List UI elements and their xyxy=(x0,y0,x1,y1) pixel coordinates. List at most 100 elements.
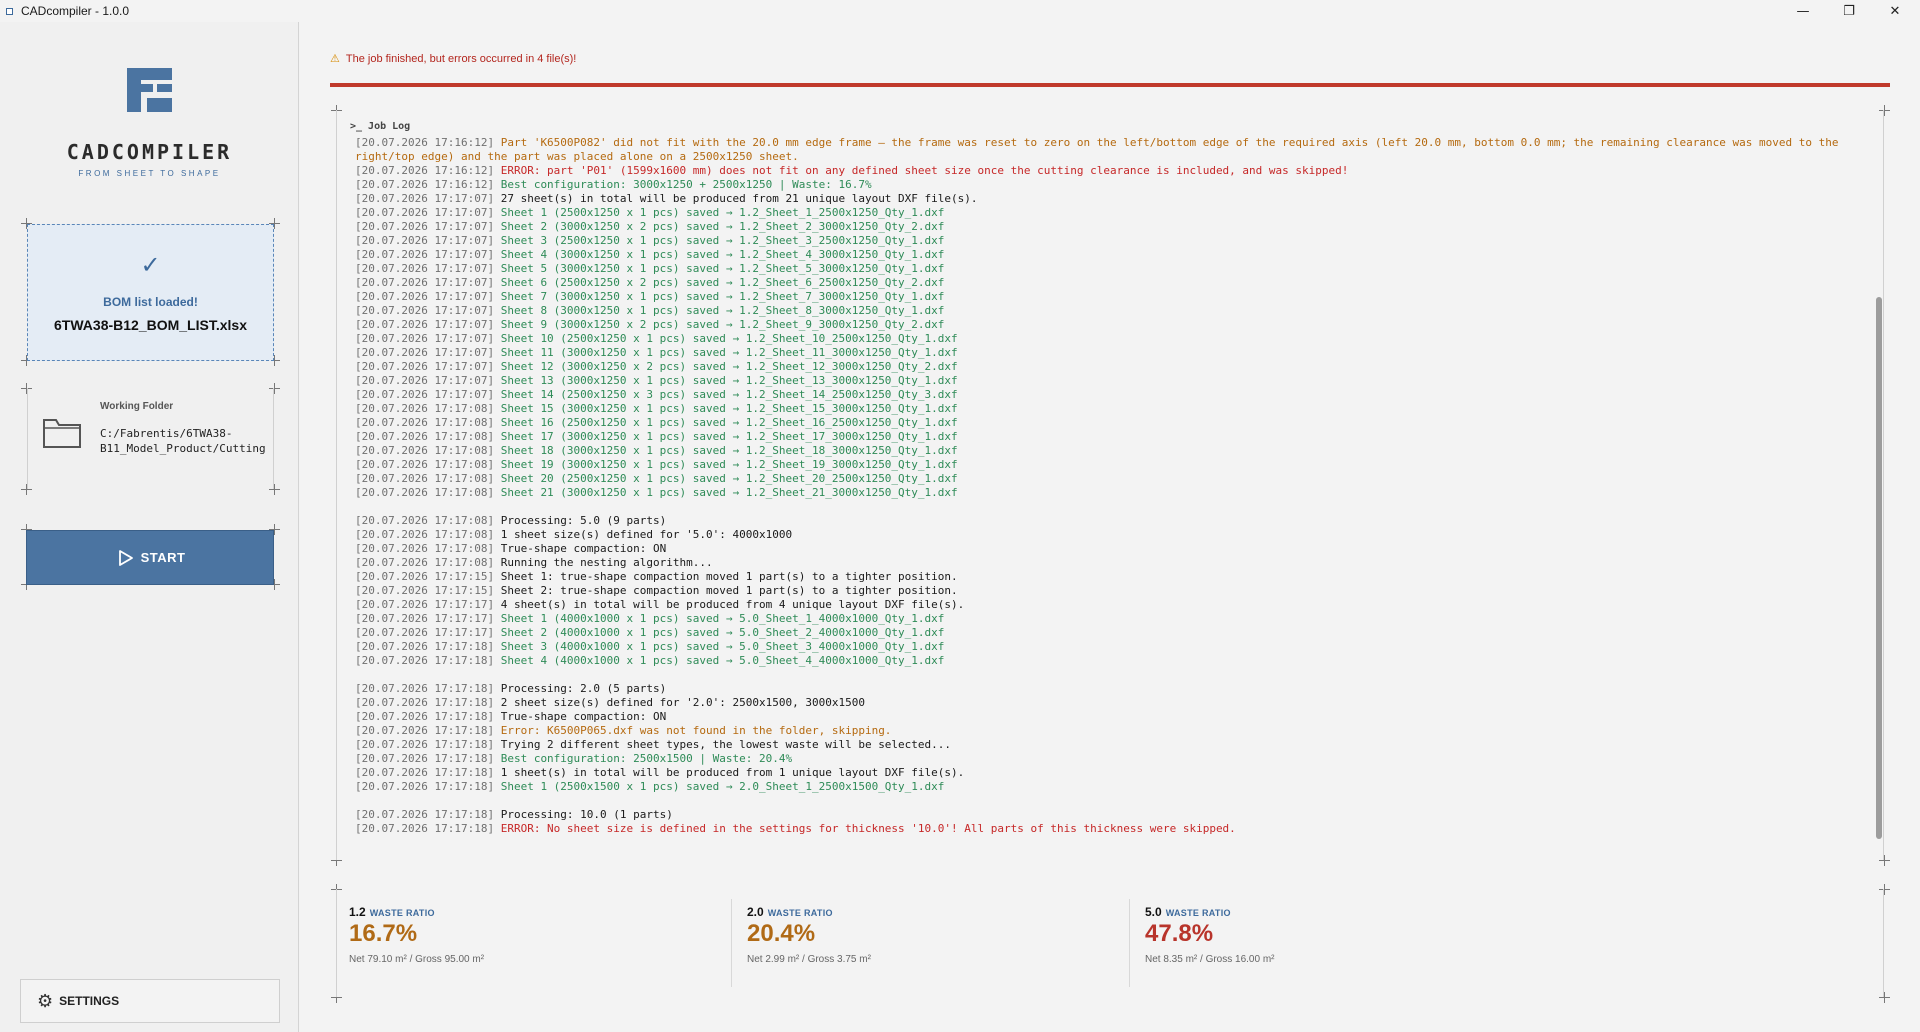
log-message: Best configuration: 3000x1250 + 2500x125… xyxy=(500,178,872,191)
title-bar: CADcompiler - 1.0.0 — ❐ ✕ xyxy=(0,0,1920,22)
log-message: Sheet 20 (2500x1250 x 1 pcs) saved → 1.2… xyxy=(500,472,958,485)
log-timestamp: [20.07.2026 17:17:08] xyxy=(355,514,495,527)
log-line: [20.07.2026 17:17:15] Sheet 2: true-shap… xyxy=(355,584,1855,598)
log-timestamp: [20.07.2026 17:17:08] xyxy=(355,430,495,443)
log-line: [20.07.2026 17:17:07] Sheet 2 (3000x1250… xyxy=(355,220,1855,234)
log-message: Sheet 6 (2500x1250 x 2 pcs) saved → 1.2_… xyxy=(500,276,945,289)
log-timestamp: [20.07.2026 17:17:07] xyxy=(355,332,495,345)
log-timestamp: [20.07.2026 17:17:18] xyxy=(355,766,495,779)
log-message: Sheet 15 (3000x1250 x 1 pcs) saved → 1.2… xyxy=(500,402,958,415)
log-message: 4 sheet(s) in total will be produced fro… xyxy=(500,598,965,611)
log-timestamp: [20.07.2026 17:17:07] xyxy=(355,360,495,373)
log-message: ERROR: No sheet size is defined in the s… xyxy=(500,822,1236,835)
log-timestamp: [20.07.2026 17:17:08] xyxy=(355,528,495,541)
log-timestamp: [20.07.2026 17:17:08] xyxy=(355,444,495,457)
close-button[interactable]: ✕ xyxy=(1872,0,1918,22)
log-message: Sheet 2: true-shape compaction moved 1 p… xyxy=(500,584,958,597)
log-timestamp: [20.07.2026 17:17:17] xyxy=(355,612,495,625)
settings-button[interactable]: ⚙ SETTINGS xyxy=(20,979,280,1023)
log-scrollbar-thumb[interactable] xyxy=(1876,297,1882,839)
log-line: [20.07.2026 17:17:18] ERROR: No sheet si… xyxy=(355,822,1855,836)
brand-name: CADCOMPILER xyxy=(66,140,233,164)
minimize-button[interactable]: — xyxy=(1780,0,1826,22)
log-line: [20.07.2026 17:16:12] Part 'K6500P082' d… xyxy=(355,136,1855,164)
log-timestamp: [20.07.2026 17:17:07] xyxy=(355,262,495,275)
log-timestamp: [20.07.2026 17:17:18] xyxy=(355,808,495,821)
log-timestamp: [20.07.2026 17:17:18] xyxy=(355,710,495,723)
log-message: Part 'K6500P082' did not fit with the 20… xyxy=(355,136,1846,163)
log-message: 1 sheet size(s) defined for '5.0': 4000x… xyxy=(500,528,793,541)
maximize-button[interactable]: ❐ xyxy=(1826,0,1872,22)
log-message: 2 sheet size(s) defined for '2.0': 2500x… xyxy=(500,696,865,709)
log-timestamp: [20.07.2026 17:17:07] xyxy=(355,374,495,387)
log-line: [20.07.2026 17:17:07] Sheet 1 (2500x1250… xyxy=(355,206,1855,220)
log-timestamp: [20.07.2026 17:16:12] xyxy=(355,164,495,177)
log-message: Sheet 19 (3000x1250 x 1 pcs) saved → 1.2… xyxy=(500,458,958,471)
alert-bar xyxy=(330,83,1890,87)
log-line: [20.07.2026 17:17:08] Sheet 16 (2500x125… xyxy=(355,416,1855,430)
start-button[interactable]: START xyxy=(26,530,274,585)
log-message: Sheet 17 (3000x1250 x 1 pcs) saved → 1.2… xyxy=(500,430,958,443)
log-message: Sheet 2 (4000x1000 x 1 pcs) saved → 5.0_… xyxy=(500,626,945,639)
log-line: [20.07.2026 17:17:18] Trying 2 different… xyxy=(355,738,1855,752)
stat-label: WASTE RATIO xyxy=(369,908,435,918)
log-timestamp: [20.07.2026 17:17:07] xyxy=(355,290,495,303)
log-message: True-shape compaction: ON xyxy=(500,542,667,555)
job-log-title: >_ Job Log xyxy=(350,121,411,132)
log-message: Sheet 21 (3000x1250 x 1 pcs) saved → 1.2… xyxy=(500,486,958,499)
log-message: Sheet 11 (3000x1250 x 1 pcs) saved → 1.2… xyxy=(500,346,958,359)
stat-thickness: 2.0 xyxy=(747,905,764,919)
log-line: [20.07.2026 17:17:18] 2 sheet size(s) de… xyxy=(355,696,1855,710)
bom-status: BOM list loaded! xyxy=(103,295,198,309)
log-line: [20.07.2026 17:17:17] 4 sheet(s) in tota… xyxy=(355,598,1855,612)
stat-divider xyxy=(731,899,732,987)
log-timestamp: [20.07.2026 17:17:15] xyxy=(355,584,495,597)
log-timestamp: [20.07.2026 17:17:08] xyxy=(355,458,495,471)
log-scrollbar[interactable] xyxy=(1874,110,1884,860)
log-line: [20.07.2026 17:17:18] Processing: 2.0 (5… xyxy=(355,682,1855,696)
waste-stat-card: 2.0 WASTE RATIO 20.4% Net 2.99 m² / Gross… xyxy=(735,889,1133,997)
stat-detail: Net 79.10 m² / Gross 95.00 m² xyxy=(349,954,485,965)
job-alert: ⚠ The job finished, but errors occurred … xyxy=(330,52,576,65)
log-timestamp: [20.07.2026 17:17:07] xyxy=(355,304,495,317)
log-timestamp: [20.07.2026 17:17:18] xyxy=(355,752,495,765)
stat-value: 16.7% xyxy=(349,920,418,947)
log-line: [20.07.2026 17:17:08] Sheet 18 (3000x125… xyxy=(355,444,1855,458)
log-line: [20.07.2026 17:17:18] Sheet 3 (4000x1000… xyxy=(355,640,1855,654)
log-message: Sheet 10 (2500x1250 x 1 pcs) saved → 1.2… xyxy=(500,332,958,345)
log-timestamp: [20.07.2026 17:17:07] xyxy=(355,276,495,289)
log-timestamp: [20.07.2026 17:17:18] xyxy=(355,738,495,751)
log-timestamp: [20.07.2026 17:17:07] xyxy=(355,192,495,205)
start-label: START xyxy=(140,550,186,565)
working-folder-selector[interactable]: Working Folder C:/Fabrentis/6TWA38-B11_M… xyxy=(27,388,274,489)
folder-icon xyxy=(43,419,81,448)
log-line: [20.07.2026 17:17:07] Sheet 11 (3000x125… xyxy=(355,346,1855,360)
working-folder-label: Working Folder xyxy=(100,401,174,412)
log-message: Sheet 9 (3000x1250 x 2 pcs) saved → 1.2_… xyxy=(500,318,945,331)
log-message: Sheet 1: true-shape compaction moved 1 p… xyxy=(500,570,958,583)
log-line: [20.07.2026 17:17:17] Sheet 2 (4000x1000… xyxy=(355,626,1855,640)
log-message: Sheet 12 (3000x1250 x 2 pcs) saved → 1.2… xyxy=(500,360,958,373)
log-message: Running the nesting algorithm... xyxy=(500,556,713,569)
log-timestamp: [20.07.2026 17:17:07] xyxy=(355,234,495,247)
stat-label: WASTE RATIO xyxy=(767,908,833,918)
log-line: [20.07.2026 17:17:08] Sheet 21 (3000x125… xyxy=(355,486,1855,500)
log-line: [20.07.2026 17:17:18] True-shape compact… xyxy=(355,710,1855,724)
logo-icon xyxy=(127,68,172,112)
log-message: Processing: 10.0 (1 parts) xyxy=(500,808,673,821)
log-message: Sheet 2 (3000x1250 x 2 pcs) saved → 1.2_… xyxy=(500,220,945,233)
log-timestamp: [20.07.2026 17:17:18] xyxy=(355,724,495,737)
log-message: Sheet 1 (2500x1250 x 1 pcs) saved → 1.2_… xyxy=(500,206,945,219)
bom-dropzone[interactable]: ✓ BOM list loaded! 6TWA38-B12_BOM_LIST.x… xyxy=(27,224,274,361)
log-line: [20.07.2026 17:17:08] Sheet 15 (3000x125… xyxy=(355,402,1855,416)
log-message: 27 sheet(s) in total will be produced fr… xyxy=(500,192,978,205)
log-message: Error: K6500P065.dxf was not found in th… xyxy=(500,724,892,737)
job-log-panel[interactable]: >_ Job Log [20.07.2026 17:16:12] Part 'K… xyxy=(336,110,1884,860)
log-timestamp: [20.07.2026 17:17:15] xyxy=(355,570,495,583)
stat-value: 47.8% xyxy=(1145,920,1214,947)
log-message: ERROR: part 'P01' (1599x1600 mm) does no… xyxy=(500,164,1349,177)
log-message: Sheet 4 (3000x1250 x 1 pcs) saved → 1.2_… xyxy=(500,248,945,261)
log-timestamp: [20.07.2026 17:17:08] xyxy=(355,472,495,485)
